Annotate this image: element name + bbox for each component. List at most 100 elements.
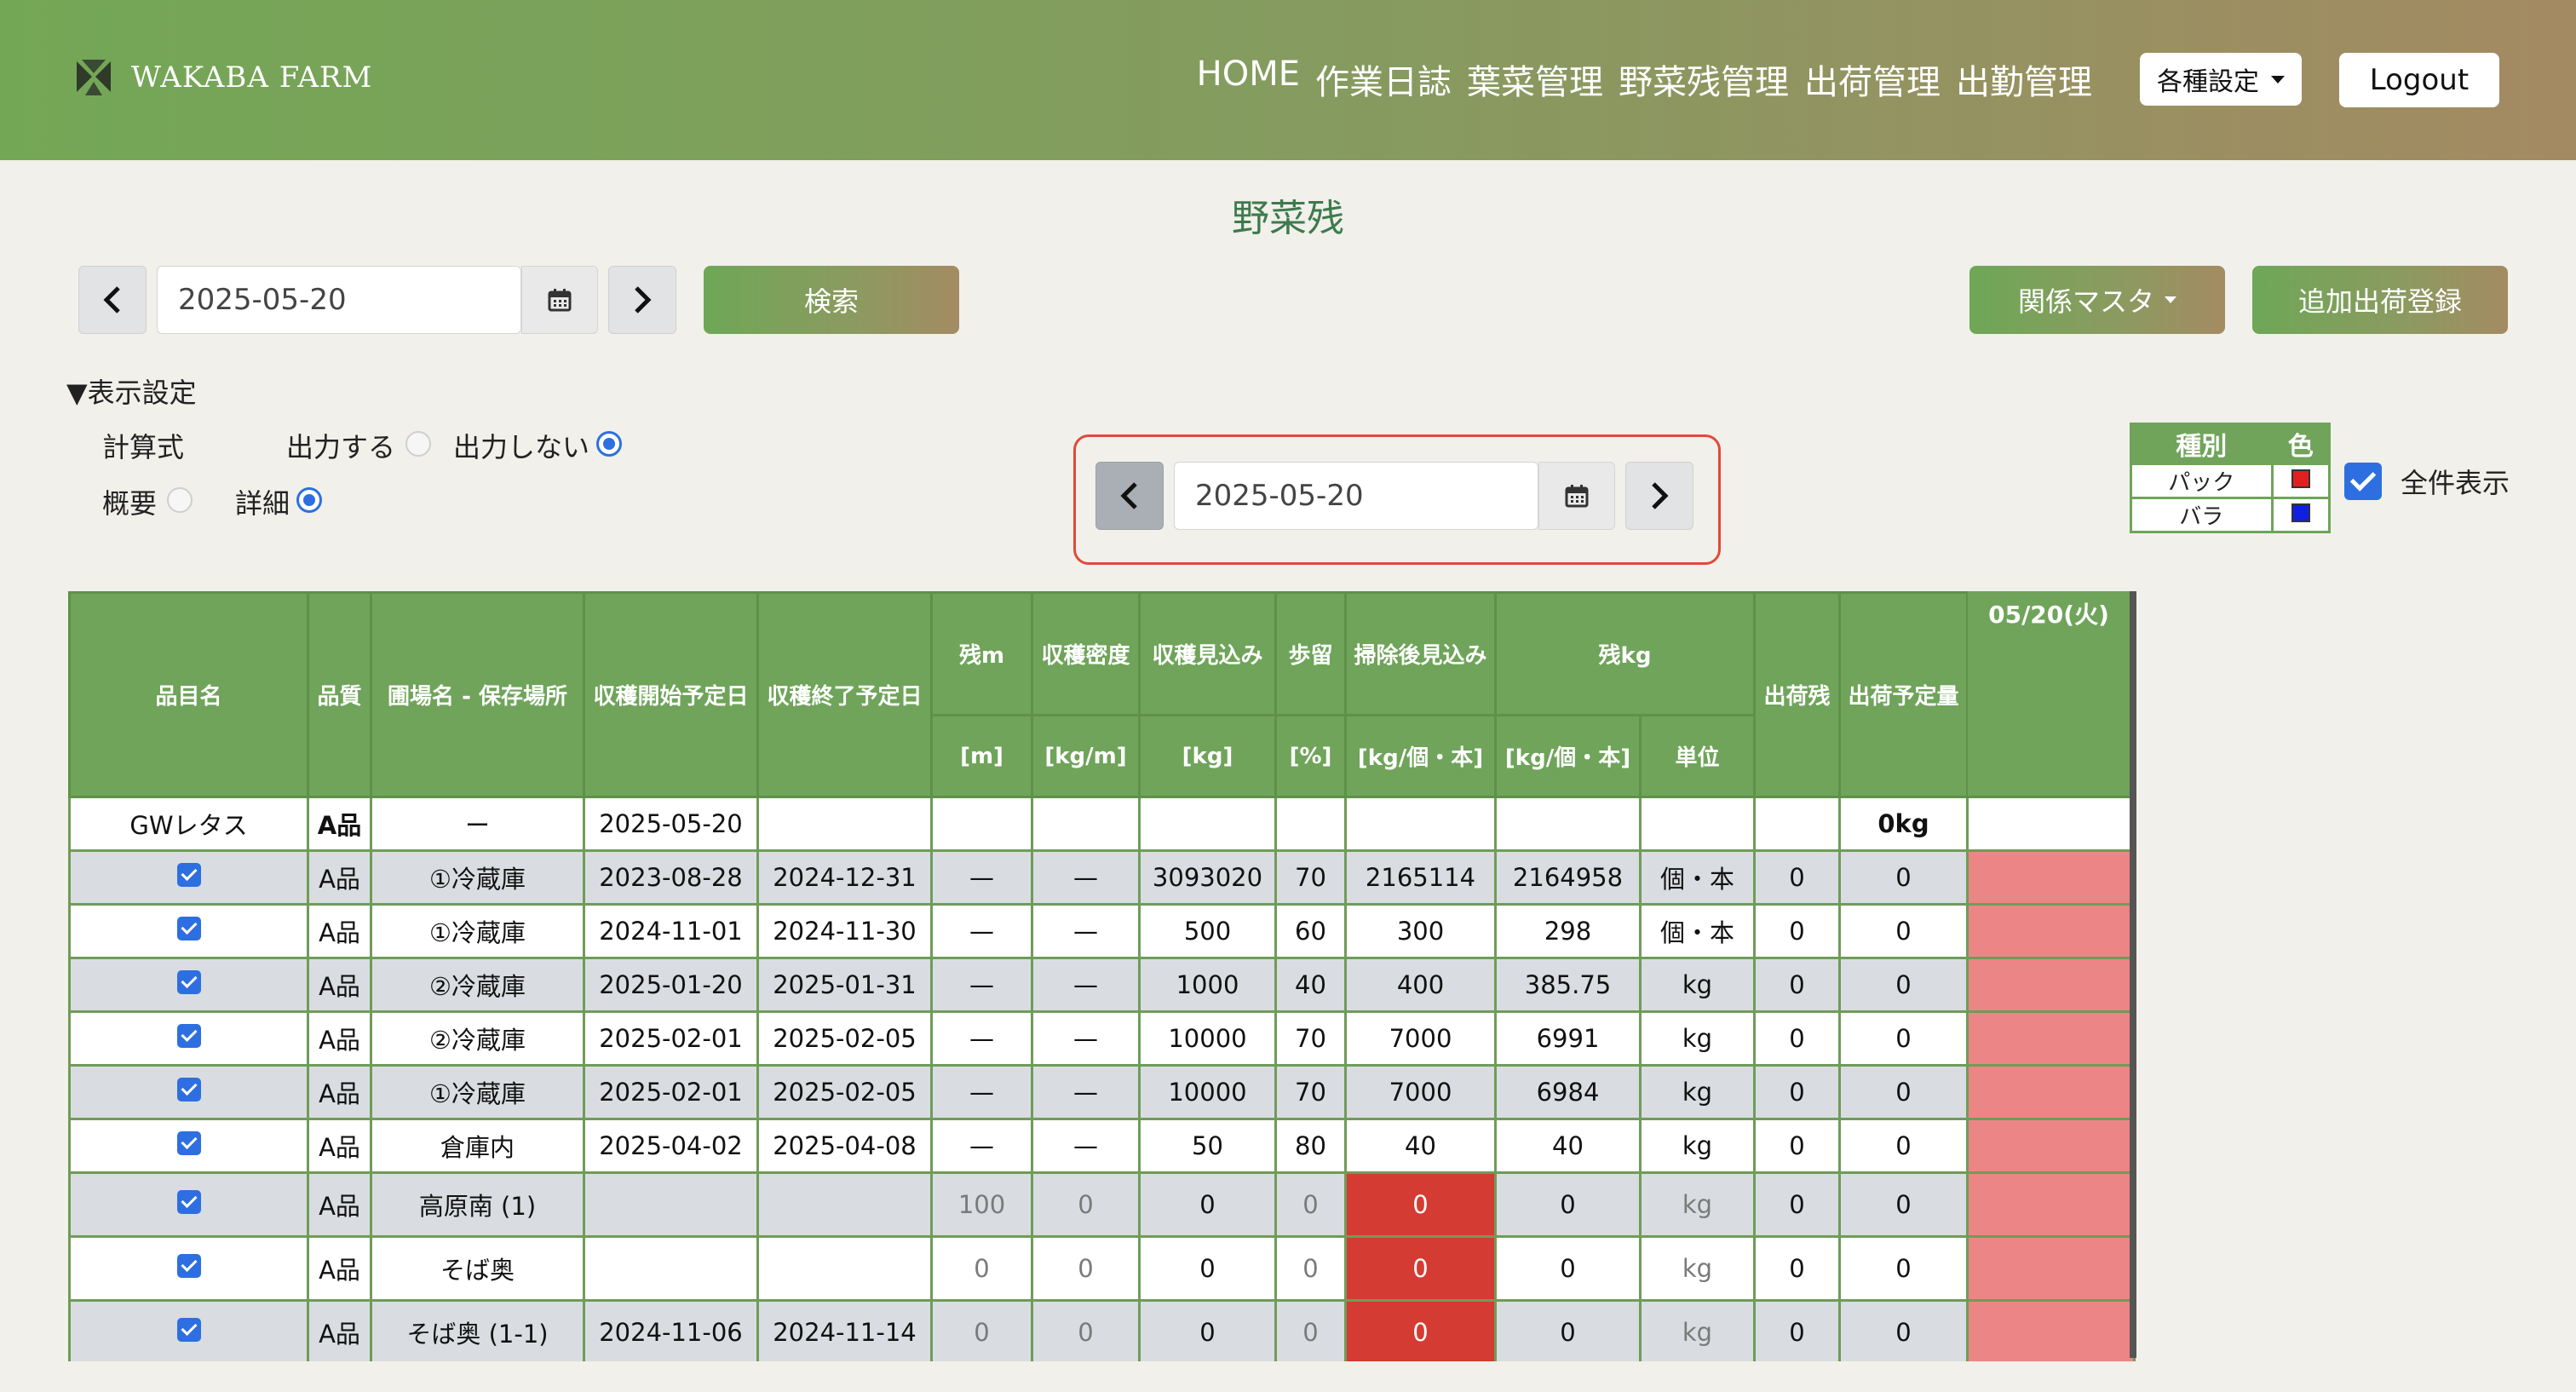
row-checkbox[interactable] — [176, 862, 201, 887]
row-checkbox[interactable] — [176, 1130, 201, 1155]
calendar-icon — [548, 289, 572, 312]
row-shipped: 0 — [1753, 849, 1841, 906]
row-quality: A品 — [307, 1010, 372, 1067]
row-date-cell[interactable] — [1966, 1299, 2136, 1361]
chevron-right-icon — [1652, 482, 1669, 509]
row-planned: 0 — [1838, 849, 1969, 906]
group-cell — [1274, 796, 1347, 852]
caret-down-icon — [2271, 75, 2285, 83]
header-remain-m: 残m — [930, 591, 1033, 716]
show-all-toggle[interactable]: 全件表示 — [2344, 462, 2510, 501]
row-checkbox-cell[interactable] — [68, 903, 309, 959]
calendar-button-2[interactable] — [1538, 462, 1615, 530]
row-checkbox[interactable] — [176, 1023, 201, 1048]
row-yield: 40 — [1274, 957, 1347, 1013]
group-cell — [930, 796, 1033, 852]
row-start — [583, 1171, 759, 1238]
row-remain-m: — — [930, 1010, 1033, 1067]
caret-down-icon — [2165, 296, 2176, 303]
row-checkbox[interactable] — [176, 1077, 201, 1102]
row-shipped: 0 — [1753, 1299, 1841, 1361]
row-date-cell[interactable] — [1966, 1171, 2136, 1238]
settings-dropdown[interactable]: 各種設定 — [2140, 53, 2302, 106]
group-end — [756, 796, 933, 852]
row-date-cell[interactable] — [1966, 903, 2136, 959]
row-density: 0 — [1031, 1235, 1141, 1302]
nav-shipping[interactable]: 出荷管理 — [1804, 55, 1941, 104]
row-shipped: 0 — [1753, 1010, 1841, 1067]
row-after-clean: 0 — [1344, 1299, 1497, 1361]
row-checkbox-cell[interactable] — [68, 1299, 309, 1361]
calendar-button[interactable] — [521, 266, 598, 334]
row-density: — — [1031, 903, 1141, 959]
row-checkbox-cell[interactable] — [68, 1010, 309, 1067]
chevron-right-icon — [635, 286, 652, 313]
prev-date-button-2[interactable] — [1095, 462, 1164, 530]
date-input-2[interactable]: 2025-05-20 — [1174, 462, 1538, 530]
row-checkbox[interactable] — [176, 1253, 201, 1278]
overview-radio[interactable] — [167, 487, 193, 513]
nav-home[interactable]: HOME — [1197, 55, 1300, 104]
page-title: 野菜残 — [1232, 197, 1344, 240]
row-date-cell[interactable] — [1966, 849, 2136, 906]
output-no-radio[interactable] — [596, 431, 622, 457]
nav-attendance[interactable]: 出勤管理 — [1956, 55, 2092, 104]
row-date-cell[interactable] — [1966, 1118, 2136, 1174]
row-quality: A品 — [307, 849, 372, 906]
date-input[interactable]: 2025-05-20 — [157, 266, 521, 334]
row-date-cell[interactable] — [1966, 1235, 2136, 1302]
search-button[interactable]: 検索 — [704, 266, 959, 334]
display-settings-toggle[interactable]: ▼表示設定 — [66, 371, 197, 411]
row-date-cell[interactable] — [1966, 1010, 2136, 1067]
row-checkbox-cell[interactable] — [68, 1235, 309, 1302]
row-checkbox-cell[interactable] — [68, 1064, 309, 1120]
row-after-clean: 40 — [1344, 1118, 1497, 1174]
row-remain-kg: 298 — [1494, 903, 1642, 959]
row-checkbox[interactable] — [176, 1189, 201, 1214]
vertical-scrollbar[interactable] — [2130, 591, 2136, 1358]
row-end — [756, 1235, 933, 1302]
nav-leaf-vegetables[interactable]: 葉菜管理 — [1467, 55, 1603, 104]
row-unit: kg — [1639, 1118, 1756, 1174]
next-date-button-2[interactable] — [1625, 462, 1693, 530]
leaf-logo-icon — [77, 60, 111, 95]
row-date-cell[interactable] — [1966, 1064, 2136, 1120]
logo[interactable]: WAKABA FARM — [75, 58, 372, 97]
detail-radio[interactable] — [296, 487, 322, 513]
nav-vegetable-remaining[interactable]: 野菜残管理 — [1619, 55, 1789, 104]
row-checkbox[interactable] — [176, 916, 201, 940]
row-checkbox-cell[interactable] — [68, 1171, 309, 1238]
row-checkbox-cell[interactable] — [68, 1118, 309, 1174]
logout-button[interactable]: Logout — [2339, 53, 2499, 107]
row-start: 2024-11-01 — [583, 903, 759, 959]
row-quality: A品 — [307, 1235, 372, 1302]
row-remain-m: — — [930, 1064, 1033, 1120]
related-master-dropdown[interactable]: 関係マスタ — [1969, 266, 2225, 334]
row-checkbox-cell[interactable] — [68, 957, 309, 1013]
show-all-checkbox[interactable] — [2344, 463, 2382, 500]
nav-work-log[interactable]: 作業日誌 — [1315, 55, 1452, 104]
row-planned: 0 — [1838, 1235, 1969, 1302]
row-checkbox-cell[interactable] — [68, 849, 309, 906]
table-row: A品 倉庫内 2025-04-02 2025-04-08— —50 80 40 40 kg 0 0 — [68, 1118, 2136, 1174]
output-yes-radio[interactable] — [405, 431, 431, 457]
add-shipment-button[interactable]: 追加出荷登録 — [2252, 266, 2508, 334]
row-expected: 3093020 — [1138, 849, 1277, 906]
prev-date-button[interactable] — [78, 266, 147, 334]
row-remain-m: — — [930, 1118, 1033, 1174]
row-after-clean: 0 — [1344, 1171, 1497, 1238]
calendar-icon — [1565, 485, 1589, 508]
row-field: 高原南 (1) — [370, 1171, 585, 1238]
group-cell — [1344, 796, 1497, 852]
row-checkbox[interactable] — [176, 969, 201, 994]
row-end — [756, 1171, 933, 1238]
row-planned: 0 — [1838, 1171, 1969, 1238]
header-start: 収穫開始予定日 — [583, 591, 759, 798]
next-date-button[interactable] — [608, 266, 676, 334]
row-after-clean: 400 — [1344, 957, 1497, 1013]
row-date-cell[interactable] — [1966, 957, 2136, 1013]
row-start: 2025-04-02 — [583, 1118, 759, 1174]
unit-expected: [kg] — [1138, 714, 1277, 798]
row-checkbox[interactable] — [176, 1317, 201, 1342]
group-field: ー — [370, 796, 585, 852]
